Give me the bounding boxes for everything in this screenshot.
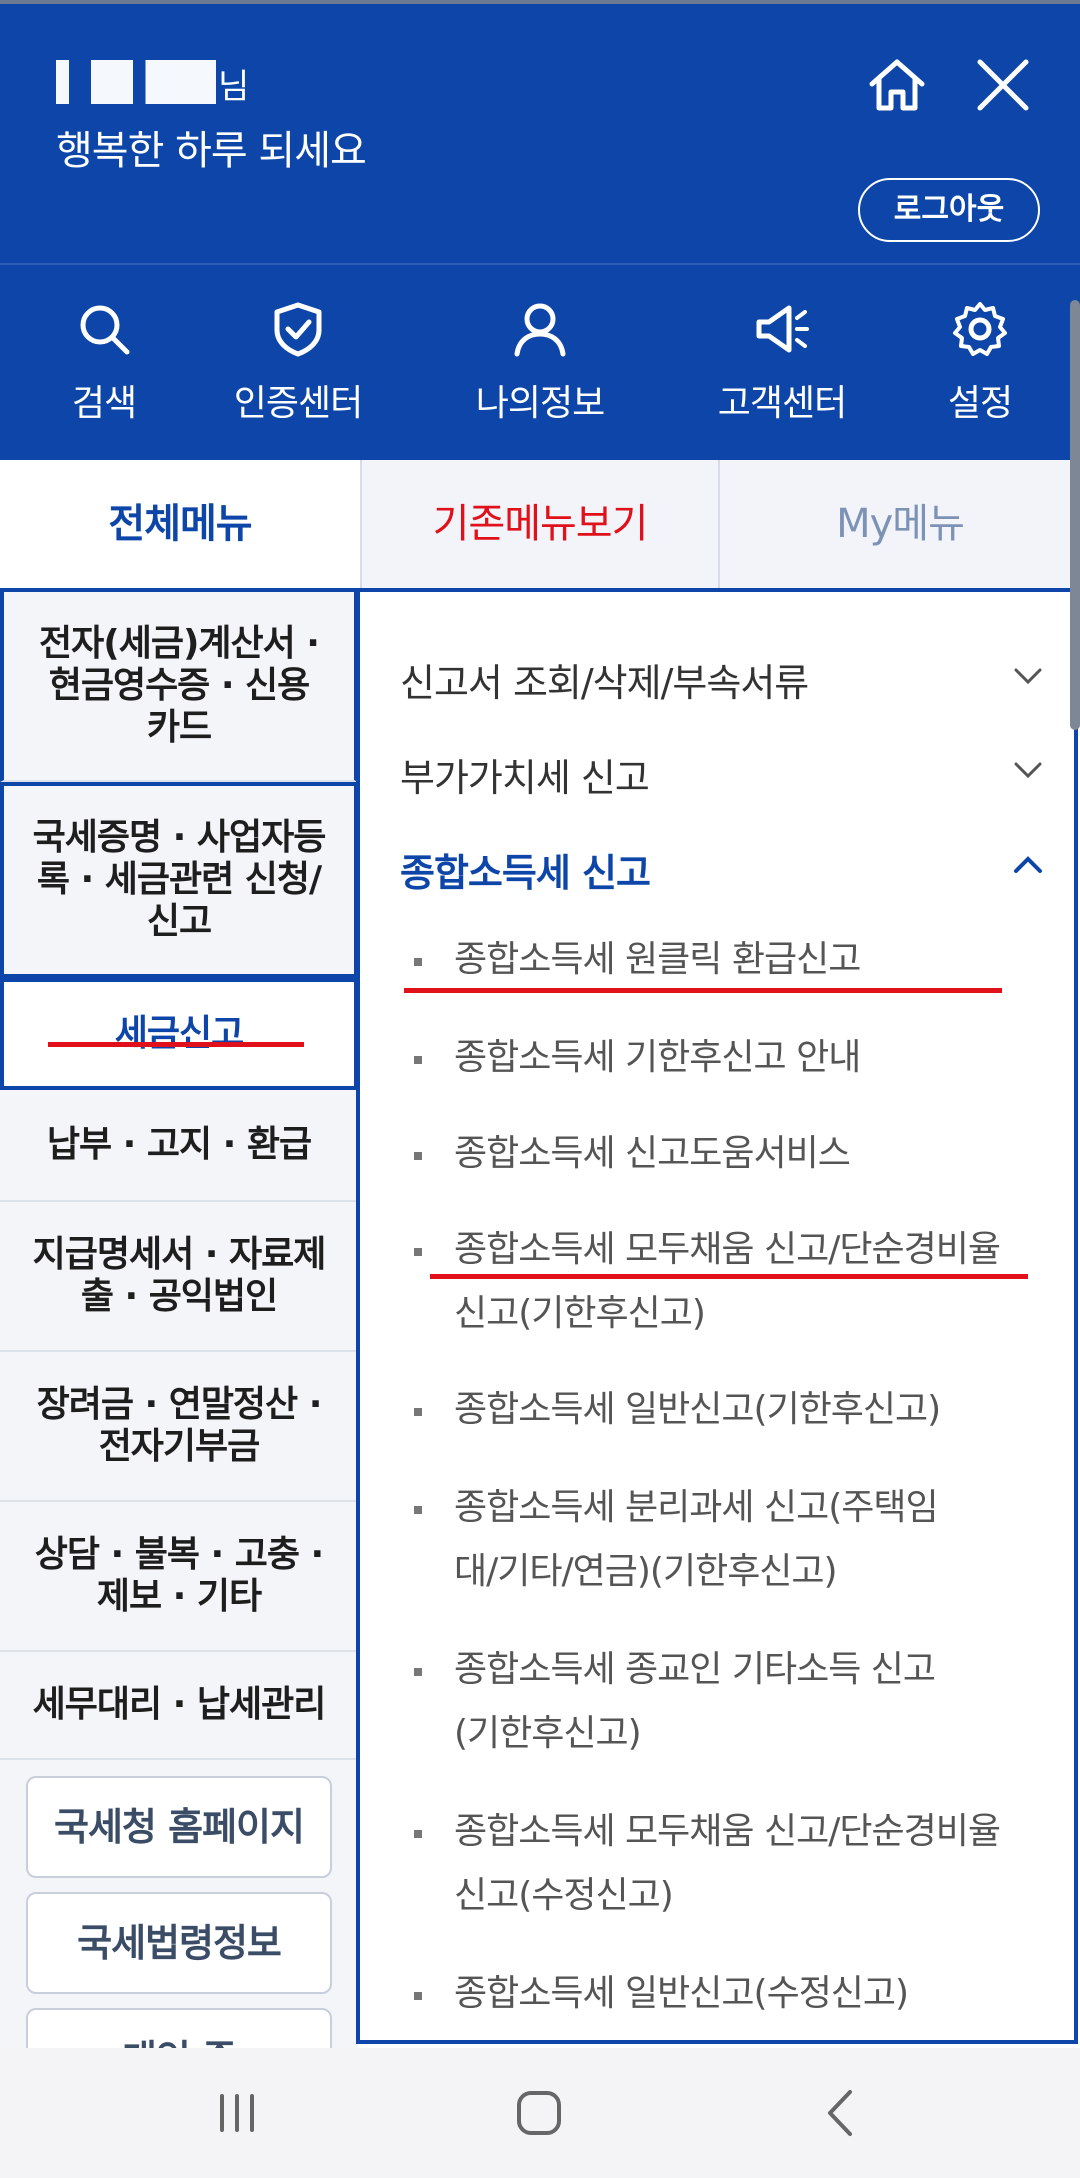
submenu-item[interactable]: 종합소득세 모두채움 신고/단순경비율 신고(수정신고) (414, 1800, 1014, 1928)
megaphone-icon (756, 305, 809, 353)
submenu-item-label: 종합소득세 종교인 기타소득 신고(기한후신고) (454, 1649, 936, 1754)
quick-nav-my-info[interactable]: 나의정보 (440, 300, 640, 430)
submenu-item-label: 종합소득세 원클릭 환급신고 (454, 939, 861, 980)
tab-legacy-menu[interactable]: 기존메뉴보기 (360, 460, 720, 588)
scrollbar-thumb[interactable] (1070, 300, 1080, 730)
quick-nav-search[interactable]: 검색 (4, 300, 204, 430)
submenu-panel: 신고서 조회/삭제/부속서류 부가가치세 신고 종합소득세 신고 종합소득세 원… (356, 588, 1078, 2044)
bullet (414, 1152, 422, 1160)
greeting-text: 행복한 하루 되세요 (56, 128, 367, 174)
quick-nav-label: 나의정보 (475, 383, 605, 424)
chevron-down-icon[interactable] (1010, 752, 1046, 788)
system-nav-bar (0, 2048, 1080, 2178)
bullet (414, 1506, 422, 1514)
submenu-item-label: 종합소득세 모두채움 신고/단순경비율 신고(수정신고) (454, 1811, 1001, 1916)
category-item[interactable]: 납부 · 고지 · 환급 (0, 1090, 358, 1202)
search-icon (80, 305, 130, 355)
recent-apps-icon[interactable] (202, 2078, 272, 2148)
nts-homepage-button[interactable]: 국세청 홈페이지 (26, 1776, 332, 1878)
logout-button[interactable]: 로그아웃 (858, 178, 1040, 242)
category-label: 상담 · 불복 · 고충 · 제보 · 기타 (34, 1534, 324, 1617)
bullet (414, 1248, 422, 1256)
shield-check-icon (274, 302, 322, 357)
submenu-item[interactable]: 종합소득세 종교인 기타소득 신고(기한후신고) (414, 1638, 974, 1766)
category-label: 세금신고 (114, 1013, 244, 1054)
header: 님 행복한 하루 되세요 로그아웃 검색 인증센터 나의정보 고객센터 설정 (0, 0, 1080, 460)
submenu-item[interactable]: 종합소득세 기한후신고 안내 (414, 1026, 1034, 1090)
category-label: 전자(세금)계산서 · 현금영수증 · 신용카드 (39, 623, 320, 748)
category-label: 지급명세서 · 자료제출 · 공익법인 (32, 1234, 327, 1317)
quick-nav-auth-center[interactable]: 인증센터 (198, 300, 398, 430)
category-item[interactable]: 상담 · 불복 · 고충 · 제보 · 기타 (0, 1502, 358, 1652)
tab-my-menu[interactable]: My메뉴 (720, 460, 1080, 588)
bullet (414, 1668, 422, 1676)
category-item[interactable]: 국세증명 · 사업자등록 · 세금관련 신청/신고 (0, 782, 358, 978)
submenu-item[interactable]: 종합소득세 원클릭 환급신고 (414, 928, 1034, 992)
submenu-item-label: 종합소득세 일반신고(기한후신고) (454, 1389, 941, 1430)
red-underline-annotation (404, 988, 1002, 993)
status-strip (0, 0, 1080, 4)
submenu-item-label: 종합소득세 기한후신고 안내 (454, 1037, 861, 1078)
menu-section-report-inquiry[interactable]: 신고서 조회/삭제/부속서류 (400, 652, 1040, 707)
bullet (414, 1830, 422, 1838)
quick-nav: 검색 인증센터 나의정보 고객센터 설정 (0, 300, 1080, 430)
home-button-icon[interactable] (504, 2078, 574, 2148)
category-label: 세무대리 · 납세관리 (32, 1684, 327, 1725)
category-label: 장려금 · 연말정산 · 전자기부금 (36, 1384, 323, 1467)
submenu-item[interactable]: 종합소득세 신고도움서비스 (414, 1122, 1034, 1186)
submenu-item[interactable]: 종합소득세 일반신고(수정신고) (414, 1962, 1034, 2026)
chevron-down-icon[interactable] (1010, 658, 1046, 694)
menu-section-label: 부가가치세 신고 (400, 756, 650, 800)
bullet (414, 1056, 422, 1064)
submenu-item[interactable]: 종합소득세 모두채움 신고/단순경비율 신고(기한후신고) (414, 1218, 1014, 1346)
quick-nav-customer-center[interactable]: 고객센터 (682, 300, 882, 430)
bullet (414, 1408, 422, 1416)
tax-law-info-button[interactable]: 국세법령정보 (26, 1892, 332, 1994)
category-list: 전자(세금)계산서 · 현금영수증 · 신용카드 국세증명 · 사업자등록 · … (0, 588, 358, 2110)
quick-nav-label: 고객센터 (717, 383, 847, 424)
submenu-item-label: 종합소득세 분리과세 신고(주택임대/기타/연금)(기한후신고) (454, 1487, 939, 1592)
chevron-up-icon[interactable] (1010, 847, 1046, 883)
gear-icon (953, 302, 1007, 356)
submenu-item[interactable]: 종합소득세 일반신고(기한후신고) (414, 1378, 1034, 1442)
submenu-item[interactable]: 종합소득세 분리과세 신고(주택임대/기타/연금)(기한후신고) (414, 1476, 974, 1604)
category-label: 납부 · 고지 · 환급 (46, 1124, 312, 1165)
red-underline-annotation (48, 1042, 304, 1047)
back-icon[interactable] (806, 2078, 876, 2148)
submenu-item-label: 종합소득세 모두채움 신고/단순경비율 신고(기한후신고) (454, 1229, 1001, 1334)
category-item[interactable]: 장려금 · 연말정산 · 전자기부금 (0, 1352, 358, 1502)
category-label: 국세증명 · 사업자등록 · 세금관련 신청/신고 (32, 817, 327, 942)
quick-nav-label: 인증센터 (233, 383, 363, 424)
quick-nav-settings[interactable]: 설정 (880, 300, 1080, 430)
username-suffix: 님 (218, 67, 250, 107)
masked-username (56, 60, 216, 104)
home-icon[interactable] (864, 52, 930, 118)
category-item[interactable]: 세무대리 · 납세관리 (0, 1652, 358, 1760)
menu-section-label: 종합소득세 신고 (400, 851, 651, 895)
menu-tabs: 전체메뉴 기존메뉴보기 My메뉴 (0, 460, 1080, 588)
username: 님 (56, 52, 366, 104)
quick-nav-label: 설정 (947, 383, 1013, 424)
category-item-active[interactable]: 세금신고 (0, 978, 358, 1090)
menu-section-vat[interactable]: 부가가치세 신고 (400, 747, 1040, 802)
submenu-item-label: 종합소득세 신고도움서비스 (454, 1133, 851, 1174)
header-divider (0, 263, 1080, 265)
bullet (414, 1992, 422, 2000)
category-item[interactable]: 지급명세서 · 자료제출 · 공익법인 (0, 1202, 358, 1352)
user-icon (514, 303, 566, 357)
menu-section-income-tax[interactable]: 종합소득세 신고 (400, 842, 1040, 897)
quick-nav-label: 검색 (71, 383, 137, 424)
close-icon[interactable] (970, 52, 1036, 118)
bullet (414, 958, 422, 966)
submenu-item-label: 종합소득세 일반신고(수정신고) (454, 1973, 909, 2014)
red-underline-annotation (430, 1274, 1028, 1279)
tab-all-menu[interactable]: 전체메뉴 (0, 460, 360, 588)
category-item[interactable]: 전자(세금)계산서 · 현금영수증 · 신용카드 (0, 588, 358, 782)
user-greeting: 님 행복한 하루 되세요 (56, 52, 367, 176)
app-screen: 님 행복한 하루 되세요 로그아웃 검색 인증센터 나의정보 고객센터 설정 전… (0, 0, 1080, 2178)
menu-section-label: 신고서 조회/삭제/부속서류 (400, 661, 809, 705)
